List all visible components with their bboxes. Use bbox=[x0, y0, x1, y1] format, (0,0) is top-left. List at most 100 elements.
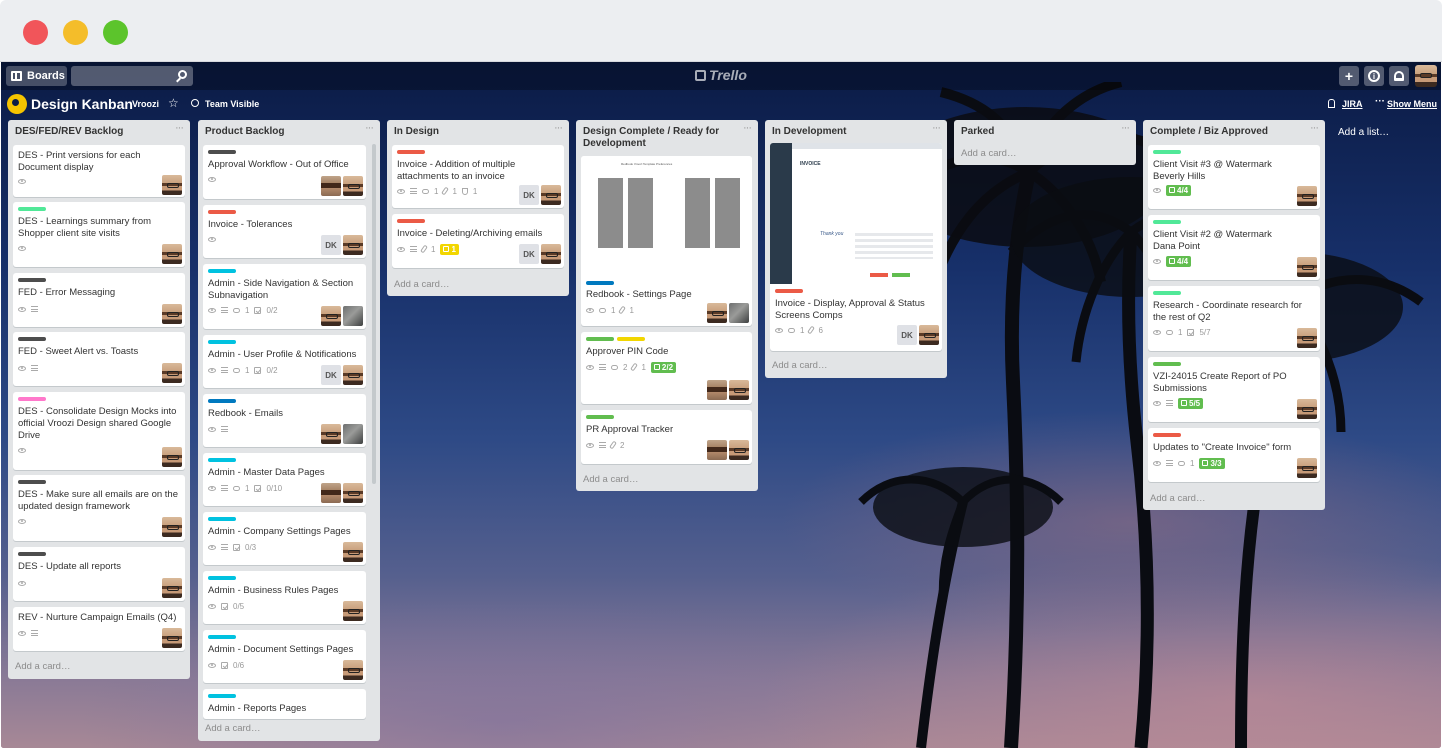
card[interactable]: Invoice - Tolerances DK bbox=[203, 205, 366, 258]
avatar[interactable] bbox=[343, 601, 363, 621]
card[interactable]: Approver PIN Code 2 1 2/2 bbox=[581, 332, 752, 404]
avatar[interactable] bbox=[707, 303, 727, 323]
search-icon[interactable] bbox=[178, 70, 187, 79]
avatar[interactable] bbox=[343, 306, 363, 326]
card[interactable]: VZI-24015 Create Report of PO Submission… bbox=[1148, 357, 1320, 422]
card[interactable]: Client Visit #2 @ Watermark Dana Point 4… bbox=[1148, 215, 1320, 280]
avatar-dk[interactable]: DK bbox=[321, 365, 341, 385]
list-menu-icon[interactable]: ··· bbox=[932, 122, 941, 134]
avatar[interactable] bbox=[321, 424, 341, 444]
avatar[interactable] bbox=[162, 517, 182, 537]
card[interactable]: Approval Workflow - Out of Office bbox=[203, 145, 366, 199]
card[interactable]: Admin - Side Navigation & Section Subnav… bbox=[203, 264, 366, 329]
avatar[interactable] bbox=[1297, 186, 1317, 206]
avatar[interactable] bbox=[343, 660, 363, 680]
avatar[interactable] bbox=[707, 440, 727, 460]
avatar[interactable] bbox=[1297, 257, 1317, 277]
list-menu-icon[interactable]: ··· bbox=[554, 122, 563, 134]
add-card-button[interactable]: Add a card… bbox=[583, 474, 638, 485]
card[interactable]: Invoice - Addition of multiple attachmen… bbox=[392, 145, 564, 208]
avatar[interactable] bbox=[162, 628, 182, 648]
card[interactable]: DES - Update all reports bbox=[13, 547, 185, 601]
list-menu-icon[interactable]: ··· bbox=[743, 122, 752, 134]
user-avatar[interactable] bbox=[1415, 65, 1437, 87]
team-name[interactable]: Vroozi bbox=[132, 99, 159, 109]
visibility-button[interactable]: Team Visible bbox=[205, 99, 259, 109]
avatar[interactable] bbox=[343, 176, 363, 196]
avatar-dk[interactable]: DK bbox=[321, 235, 341, 255]
card[interactable]: Redbook - Emails bbox=[203, 394, 366, 447]
minimize-window-button[interactable] bbox=[63, 20, 88, 45]
avatar[interactable] bbox=[729, 303, 749, 323]
jira-link[interactable]: JIRA bbox=[1342, 99, 1363, 109]
card[interactable]: Admin - Company Settings Pages 0/3 bbox=[203, 512, 366, 565]
avatar[interactable] bbox=[343, 483, 363, 503]
avatar[interactable] bbox=[541, 185, 561, 205]
avatar[interactable] bbox=[162, 244, 182, 264]
add-card-button[interactable]: Add a card… bbox=[961, 148, 1016, 159]
card[interactable]: Admin - Document Settings Pages 0/6 bbox=[203, 630, 366, 683]
notifications-button[interactable] bbox=[1389, 66, 1409, 86]
list-title[interactable]: In Design bbox=[387, 120, 569, 142]
info-button[interactable]: i bbox=[1364, 66, 1384, 86]
avatar[interactable] bbox=[321, 306, 341, 326]
avatar[interactable] bbox=[729, 380, 749, 400]
list-title[interactable]: DES/FED/REV Backlog bbox=[8, 120, 190, 142]
avatar[interactable] bbox=[919, 325, 939, 345]
avatar[interactable] bbox=[343, 542, 363, 562]
avatar-dk[interactable]: DK bbox=[897, 325, 917, 345]
card[interactable]: Admin - Business Rules Pages 0/5 bbox=[203, 571, 366, 624]
avatar[interactable] bbox=[343, 424, 363, 444]
avatar[interactable] bbox=[162, 175, 182, 195]
add-card-button[interactable]: Add a card… bbox=[394, 279, 449, 290]
board-title[interactable]: Design Kanban bbox=[31, 96, 133, 112]
avatar-dk[interactable]: DK bbox=[519, 185, 539, 205]
avatar[interactable] bbox=[343, 365, 363, 385]
card[interactable]: Invoice - Deleting/Archiving emails 1 1 … bbox=[392, 214, 564, 268]
avatar[interactable] bbox=[1297, 399, 1317, 419]
card[interactable]: DES - Make sure all emails are on the up… bbox=[13, 475, 185, 541]
add-card-button[interactable]: Add a card… bbox=[1150, 493, 1205, 504]
card[interactable]: Admin - User Profile & Notifications 1 0… bbox=[203, 335, 366, 388]
card[interactable]: DES - Print versions for each Document d… bbox=[13, 145, 185, 197]
avatar[interactable] bbox=[343, 235, 363, 255]
card[interactable]: Research - Coordinate research for the r… bbox=[1148, 286, 1320, 351]
card[interactable]: DES - Learnings summary from Shopper cli… bbox=[13, 202, 185, 267]
list-menu-icon[interactable]: ··· bbox=[1310, 122, 1319, 134]
card[interactable]: FED - Error Messaging bbox=[13, 273, 185, 327]
add-card-button[interactable]: Add a card… bbox=[15, 661, 70, 672]
avatar[interactable] bbox=[321, 176, 341, 196]
card[interactable]: Redbook Vroozi Template Preferences Redb… bbox=[581, 156, 752, 326]
list-title[interactable]: Complete / Biz Approved bbox=[1143, 120, 1325, 142]
card[interactable]: DES - Consolidate Design Mocks into offi… bbox=[13, 392, 185, 470]
avatar[interactable] bbox=[162, 578, 182, 598]
show-menu-link[interactable]: Show Menu bbox=[1387, 99, 1437, 109]
add-button[interactable]: + bbox=[1339, 66, 1359, 86]
list-menu-icon[interactable]: ··· bbox=[365, 122, 374, 134]
card[interactable]: FED - Sweet Alert vs. Toasts bbox=[13, 332, 185, 386]
card[interactable]: INVOICE Thank you Invoice - Display, App… bbox=[770, 143, 942, 351]
list-menu-icon[interactable]: ··· bbox=[1121, 122, 1130, 134]
list-menu-icon[interactable]: ··· bbox=[175, 122, 184, 134]
search-input[interactable] bbox=[71, 66, 193, 86]
avatar[interactable] bbox=[541, 244, 561, 264]
card[interactable]: REV - Nurture Campaign Emails (Q4) bbox=[13, 607, 185, 651]
card[interactable]: Updates to "Create Invoice" form 1 3/3 bbox=[1148, 428, 1320, 482]
card[interactable]: Admin - Reports Pages bbox=[203, 689, 366, 719]
list-title[interactable]: In Development bbox=[765, 120, 947, 142]
avatar[interactable] bbox=[1297, 328, 1317, 348]
avatar[interactable] bbox=[162, 363, 182, 383]
avatar[interactable] bbox=[162, 304, 182, 324]
card[interactable]: PR Approval Tracker 2 bbox=[581, 410, 752, 464]
list-title[interactable]: Product Backlog bbox=[198, 120, 380, 142]
list-title[interactable]: Parked bbox=[954, 120, 1136, 142]
star-icon[interactable]: ☆ bbox=[168, 96, 179, 110]
list-title[interactable]: Design Complete / Ready for Development bbox=[576, 120, 758, 154]
card[interactable]: Admin - Master Data Pages 1 0/10 bbox=[203, 453, 366, 506]
list-scrollbar[interactable] bbox=[372, 144, 376, 484]
avatar[interactable] bbox=[707, 380, 727, 400]
trello-logo[interactable]: Trello bbox=[695, 67, 747, 83]
avatar[interactable] bbox=[321, 483, 341, 503]
card[interactable]: Client Visit #3 @ Watermark Beverly Hill… bbox=[1148, 145, 1320, 209]
boards-button[interactable]: Boards bbox=[6, 66, 67, 86]
